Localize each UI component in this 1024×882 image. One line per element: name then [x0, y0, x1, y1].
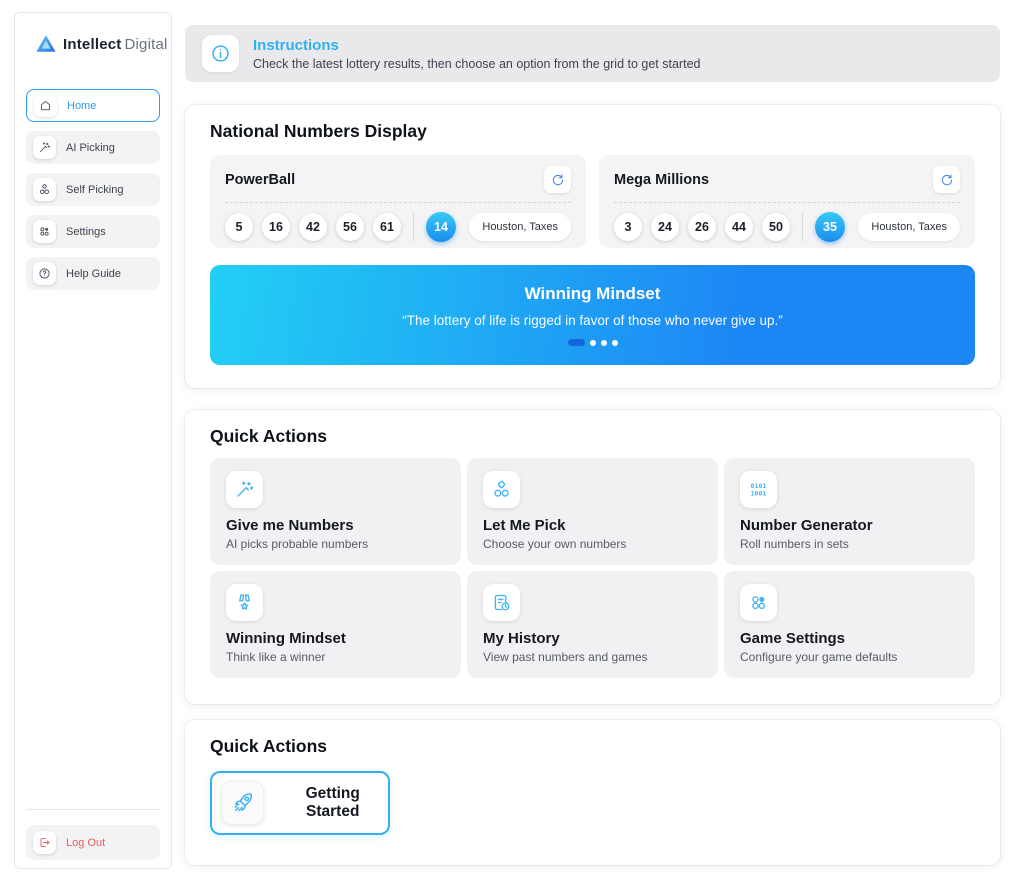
logout-icon	[33, 831, 56, 854]
card-subtitle: AI picks probable numbers	[226, 537, 369, 551]
instructions-title: Instructions	[253, 36, 339, 54]
sidebar-item-self-picking[interactable]: Self Picking	[26, 173, 160, 206]
bottom-actions-heading: Quick Actions	[210, 736, 328, 756]
location-pill: Houston, Taxes	[469, 213, 571, 241]
refresh-icon[interactable]	[544, 166, 571, 193]
lottery-ball: 26	[688, 213, 716, 241]
refresh-icon[interactable]	[933, 166, 960, 193]
picks-icon	[33, 178, 56, 201]
sidebar-item-home[interactable]: Home	[26, 89, 160, 122]
card-title: My History	[483, 630, 560, 647]
card-subtitle: Think like a winner	[226, 650, 326, 664]
mindset-quote: “The lottery of life is rigged in favor …	[402, 313, 783, 328]
carousel-dots	[567, 339, 618, 346]
card-title: Let Me Pick	[483, 517, 566, 534]
carousel-dot[interactable]	[611, 339, 618, 346]
location-pill: Houston, Taxes	[858, 213, 960, 241]
sidebar-nav: Home AI Picking Self Picking Settings He…	[26, 89, 160, 299]
quick-actions-grid: Give me Numbers AI picks probable number…	[210, 458, 975, 678]
dashed-divider	[225, 202, 571, 203]
carousel-dot[interactable]	[567, 339, 585, 346]
grid-dots-icon	[740, 584, 777, 621]
card-subtitle: View past numbers and games	[483, 650, 648, 664]
card-title: Number Generator	[740, 517, 873, 534]
dashed-divider	[614, 202, 960, 203]
binary-icon: 0101 1001	[740, 471, 777, 508]
lottery-ball: 50	[762, 213, 790, 241]
lottery-ball: 44	[725, 213, 753, 241]
card-title: Winning Mindset	[226, 630, 346, 647]
logout-button[interactable]: Log Out	[26, 825, 160, 860]
getting-started-button[interactable]: Getting Started	[210, 771, 390, 835]
magic-wand-icon	[226, 471, 263, 508]
history-icon	[483, 584, 520, 621]
sidebar-divider	[26, 809, 160, 810]
rocket-icon	[221, 781, 265, 825]
sidebar-item-ai-picking[interactable]: AI Picking	[26, 131, 160, 164]
my-history-card[interactable]: My History View past numbers and games	[467, 571, 718, 678]
sidebar-item-settings[interactable]: Settings	[26, 215, 160, 248]
powerball-card: PowerBall 5 16 42 56 61 14 Houston, Taxe…	[210, 155, 586, 248]
grid-dots-icon	[33, 220, 56, 243]
lottery-games-row: PowerBall 5 16 42 56 61 14 Houston, Taxe…	[210, 155, 975, 248]
card-title: Game Settings	[740, 630, 846, 647]
sidebar-item-label: Self Picking	[66, 183, 124, 196]
sidebar-item-label: Help Guide	[66, 267, 122, 280]
lottery-ball: 61	[373, 213, 401, 241]
instructions-text: Instructions Check the latest lottery re…	[253, 37, 700, 71]
lottery-ball: 42	[299, 213, 327, 241]
card-subtitle: Choose your own numbers	[483, 537, 627, 551]
brand-logo: Intellect Digital	[35, 33, 168, 55]
bonus-ball: 14	[426, 212, 456, 242]
national-numbers-heading: National Numbers Display	[210, 121, 427, 141]
lottery-ball: 24	[651, 213, 679, 241]
winning-mindset-banner: Winning Mindset “The lottery of life is …	[210, 265, 975, 365]
instructions-subtitle: Check the latest lottery results, then c…	[253, 56, 701, 71]
magic-wand-icon	[33, 136, 56, 159]
lottery-ball: 3	[614, 213, 642, 241]
instructions-banner: Instructions Check the latest lottery re…	[185, 25, 1000, 82]
sidebar: Intellect Digital Home AI Picking Self Pi…	[14, 12, 172, 869]
lottery-ball: 16	[262, 213, 290, 241]
lottery-ball: 56	[336, 213, 364, 241]
game-title: Mega Millions	[614, 171, 710, 188]
let-me-pick-card[interactable]: Let Me Pick Choose your own numbers	[467, 458, 718, 565]
getting-started-label: Getting Started	[305, 785, 360, 820]
balls-row: 5 16 42 56 61 14 Houston, Taxes	[225, 212, 571, 242]
game-settings-card[interactable]: Game Settings Configure your game defaul…	[724, 571, 975, 678]
card-title: Give me Numbers	[226, 517, 354, 534]
picks-icon	[483, 471, 520, 508]
sidebar-item-label: Settings	[66, 225, 106, 238]
mindset-title: Winning Mindset	[524, 284, 661, 303]
quick-actions-panel: Quick Actions Give me Numbers AI picks p…	[185, 410, 1000, 704]
svg-text:1001: 1001	[751, 490, 767, 498]
logout-label: Log Out	[66, 836, 106, 849]
sidebar-item-label: AI Picking	[66, 141, 115, 154]
medal-icon	[226, 584, 263, 621]
brand-name: Intellect Digital	[63, 35, 168, 53]
card-subtitle: Roll numbers in sets	[740, 537, 849, 551]
carousel-dot[interactable]	[600, 339, 607, 346]
balls-row: 3 24 26 44 50 35 Houston, Taxes	[614, 212, 960, 242]
game-title: PowerBall	[225, 171, 296, 188]
question-circle-icon	[33, 262, 56, 285]
card-subtitle: Configure your game defaults	[740, 650, 898, 664]
number-generator-card[interactable]: 0101 1001 Number Generator Roll numbers i…	[724, 458, 975, 565]
brand-triangle-icon	[36, 35, 56, 52]
quick-actions-heading: Quick Actions	[210, 426, 328, 446]
ball-divider	[802, 212, 803, 242]
sidebar-item-label: Home	[67, 99, 97, 112]
sidebar-item-help-guide[interactable]: Help Guide	[26, 257, 160, 290]
winning-mindset-card[interactable]: Winning Mindset Think like a winner	[210, 571, 461, 678]
give-me-numbers-card[interactable]: Give me Numbers AI picks probable number…	[210, 458, 461, 565]
bonus-ball: 35	[815, 212, 845, 242]
ball-divider	[413, 212, 414, 242]
bottom-actions-panel: Quick Actions Getting Started	[185, 720, 1000, 865]
home-icon	[34, 94, 57, 117]
mega-millions-card: Mega Millions 3 24 26 44 50 35 Houston, …	[599, 155, 975, 248]
lottery-ball: 5	[225, 213, 253, 241]
carousel-dot[interactable]	[589, 339, 596, 346]
national-numbers-panel: National Numbers Display PowerBall 5 16 …	[185, 105, 1000, 388]
info-circle-icon	[202, 35, 239, 72]
